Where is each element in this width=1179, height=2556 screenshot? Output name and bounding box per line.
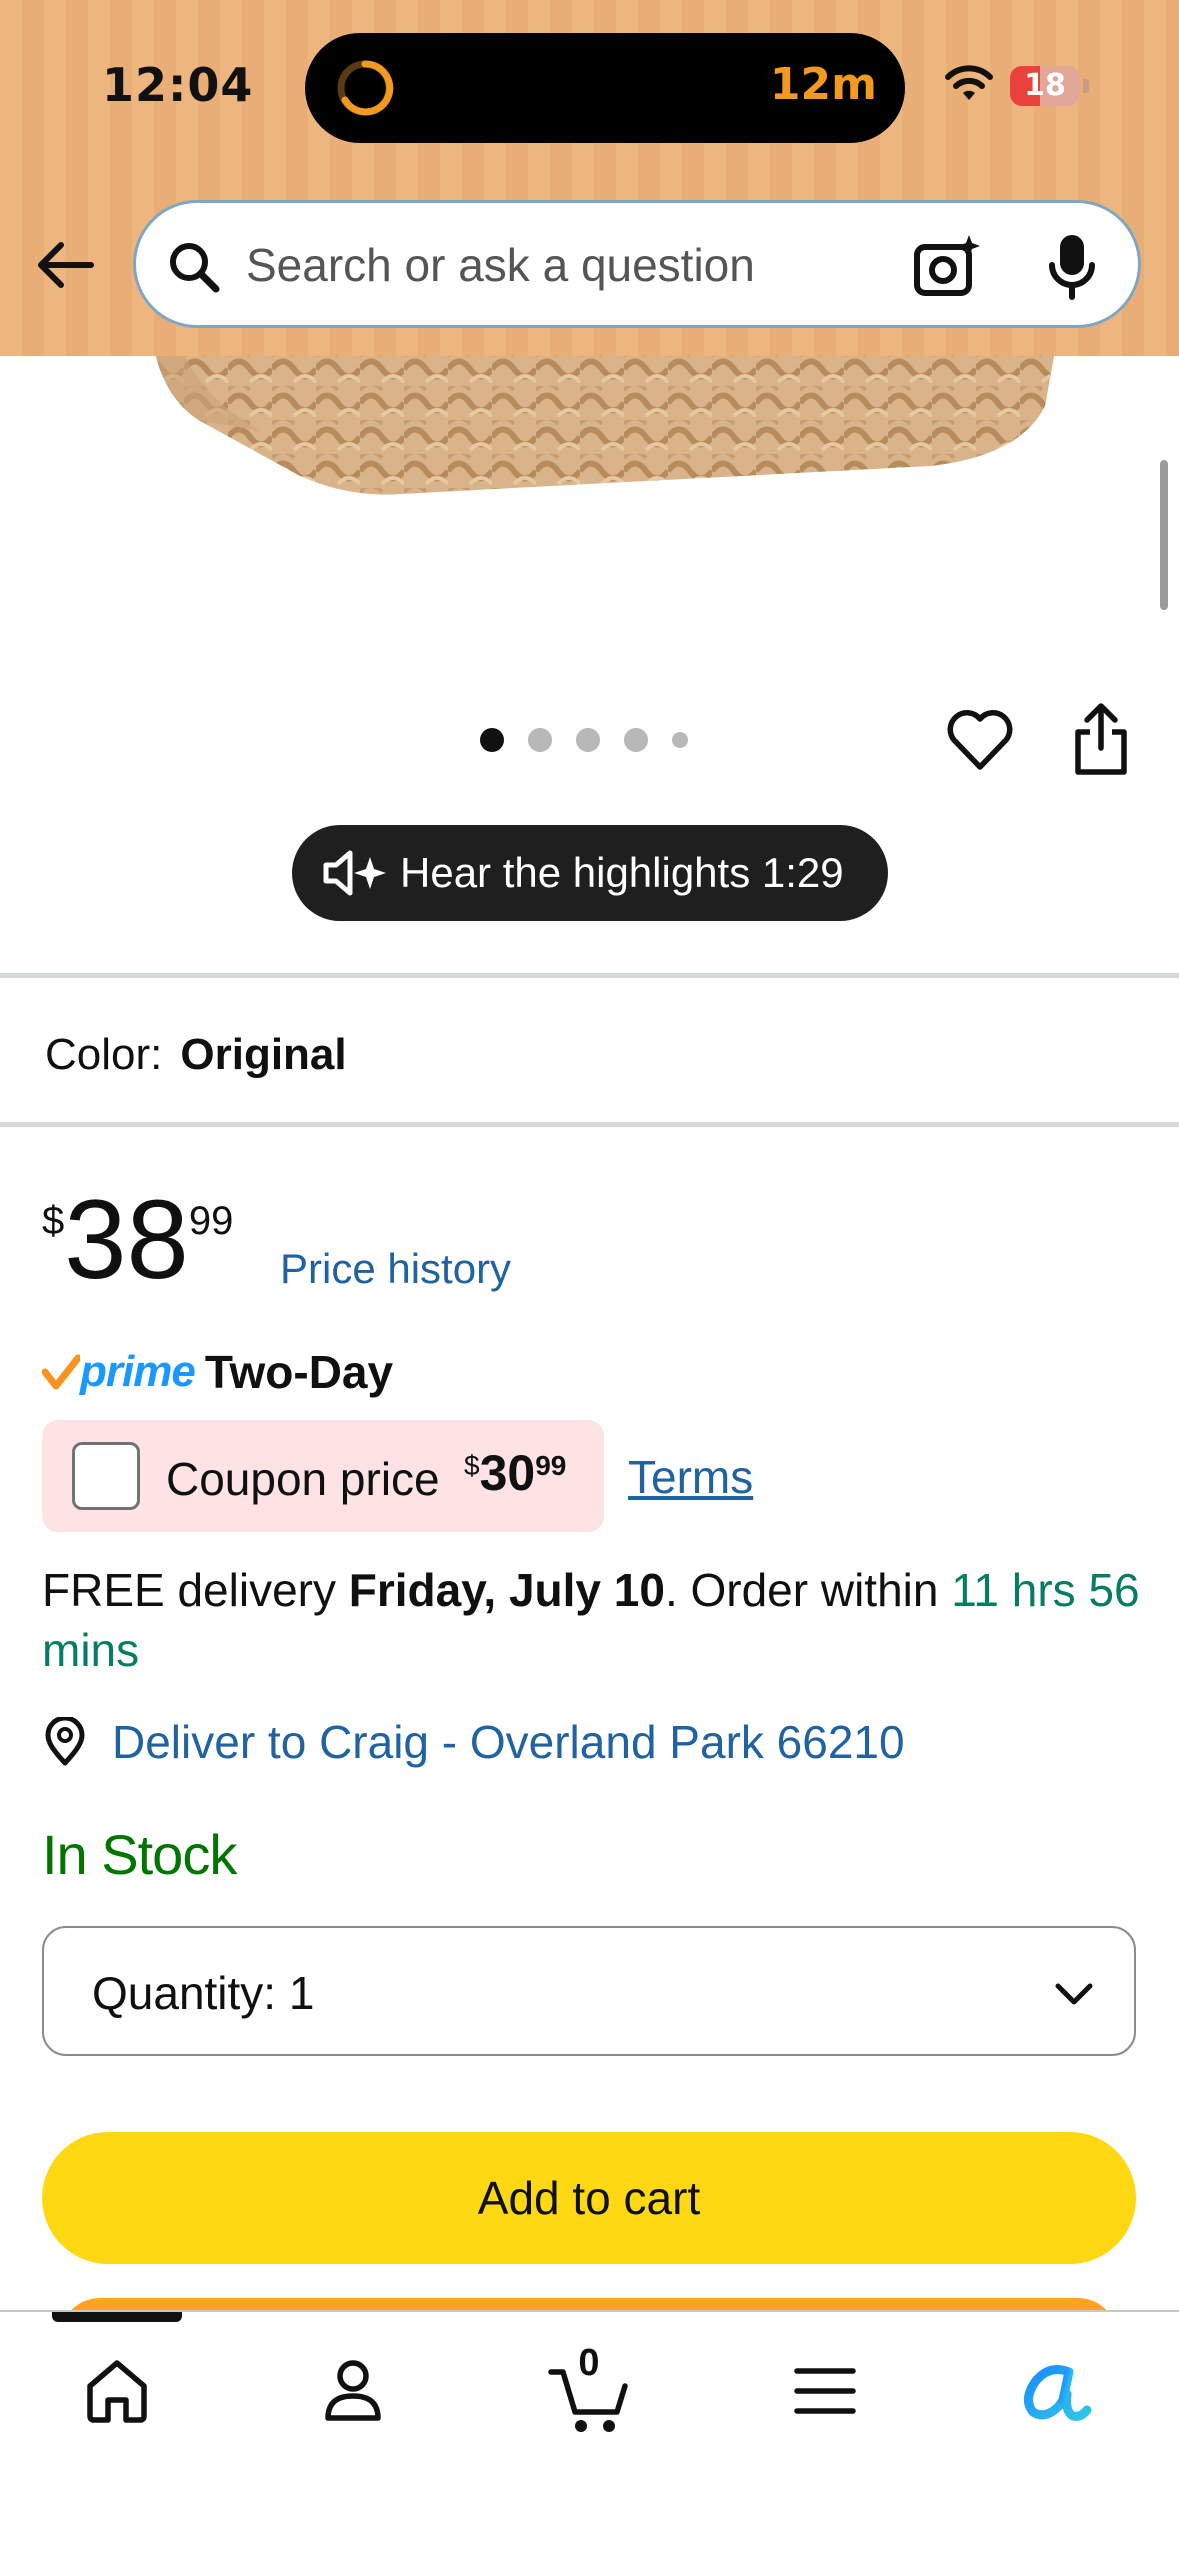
- delivery-middle: . Order within: [664, 1564, 952, 1616]
- nav-cart[interactable]: 0: [544, 2342, 634, 2436]
- search-bar[interactable]: [133, 200, 1141, 328]
- page-dot[interactable]: [672, 732, 688, 748]
- menu-icon: [794, 2368, 856, 2414]
- deliver-to-text[interactable]: Deliver to Craig - Overland Park 66210: [112, 1715, 905, 1769]
- back-arrow-icon: [38, 242, 94, 288]
- delivery-prefix: FREE delivery: [42, 1564, 349, 1616]
- search-input[interactable]: [246, 235, 896, 295]
- scrollbar-thumb[interactable]: [1160, 460, 1168, 610]
- color-label: Color:: [45, 1030, 163, 1079]
- nav-account[interactable]: [308, 2346, 398, 2436]
- camera-search-icon[interactable]: [911, 231, 983, 303]
- nav-rufus[interactable]: [1012, 2346, 1102, 2436]
- color-selection: Color: Original: [45, 1030, 347, 1080]
- nav-menu[interactable]: [780, 2346, 870, 2436]
- wifi-icon: [945, 65, 993, 100]
- section-divider: [0, 1122, 1179, 1127]
- share-icon[interactable]: [1070, 700, 1132, 780]
- battery-indicator: 18: [1010, 66, 1090, 106]
- coupon-terms-link[interactable]: Terms: [628, 1450, 753, 1504]
- account-icon: [325, 2360, 381, 2421]
- prime-badge: prime Two-Day: [42, 1345, 393, 1399]
- deliver-to-location[interactable]: Deliver to Craig - Overland Park 66210: [42, 1715, 905, 1769]
- coupon-price-whole: 30: [479, 1445, 536, 1501]
- cart-count: 0: [578, 2342, 600, 2384]
- page-dot[interactable]: [576, 728, 600, 752]
- product-basket-image: [155, 356, 1055, 495]
- chevron-down-icon: [1055, 1983, 1093, 2005]
- price-fraction: 99: [188, 1199, 234, 1243]
- hear-highlights-button[interactable]: Hear the highlights 1:29: [292, 825, 888, 921]
- activity-time: 12m: [769, 59, 877, 110]
- prime-shipping-speed: Two-Day: [204, 1346, 394, 1398]
- back-button[interactable]: [30, 230, 100, 300]
- microphone-icon[interactable]: [1044, 231, 1100, 303]
- header: 12:04 12m 18: [0, 0, 1179, 356]
- battery-level: 18: [1024, 68, 1066, 103]
- image-pagination[interactable]: [480, 728, 688, 752]
- stock-status: In Stock: [42, 1823, 237, 1886]
- coupon-price-fraction: 99: [535, 1450, 567, 1481]
- status-time: 12:04: [102, 58, 254, 112]
- add-to-cart-button[interactable]: Add to cart: [42, 2132, 1136, 2264]
- dynamic-island[interactable]: 12m: [305, 33, 905, 143]
- quantity-label: Quantity: 1: [92, 1967, 315, 2019]
- price-whole: 38: [64, 1177, 189, 1302]
- active-tab-indicator: [52, 2312, 182, 2322]
- price-history-link[interactable]: Price history: [280, 1245, 511, 1293]
- rufus-icon: [1024, 2365, 1092, 2421]
- home-icon: [87, 2360, 147, 2423]
- page-dot[interactable]: [480, 728, 504, 752]
- coupon-price: $ 30 99: [464, 1444, 566, 1502]
- wishlist-heart-icon[interactable]: [945, 705, 1015, 775]
- search-icon: [170, 243, 220, 293]
- section-divider: [0, 973, 1179, 978]
- color-value: Original: [180, 1030, 347, 1079]
- prime-logo-text: prime: [80, 1347, 196, 1396]
- quantity-select[interactable]: Quantity: 1: [42, 1926, 1136, 2056]
- price-symbol: $: [42, 1199, 65, 1243]
- coupon-checkbox[interactable]: [72, 1442, 140, 1510]
- speaker-sparkle-icon: [323, 850, 386, 896]
- timer-ring-icon: [337, 60, 394, 116]
- page-dot[interactable]: [528, 728, 552, 752]
- nav-home[interactable]: [72, 2346, 162, 2436]
- delivery-info: FREE delivery Friday, July 10. Order wit…: [42, 1560, 1152, 1680]
- bottom-navigation: 0: [0, 2310, 1179, 2556]
- coupon-label: Coupon price: [166, 1453, 440, 1505]
- coupon-option[interactable]: Coupon price $ 30 99: [42, 1420, 604, 1532]
- coupon-price-symbol: $: [464, 1450, 480, 1481]
- delivery-date: Friday, July 10: [348, 1564, 665, 1616]
- product-price: $ 38 99: [42, 1177, 234, 1302]
- quantity-value: 1: [288, 1967, 315, 2019]
- prime-check-icon: [42, 1354, 80, 1390]
- product-image[interactable]: [0, 356, 1179, 676]
- hear-highlights-label: Hear the highlights 1:29: [400, 849, 844, 896]
- location-pin-icon: [45, 1717, 85, 1766]
- page-dot[interactable]: [624, 728, 648, 752]
